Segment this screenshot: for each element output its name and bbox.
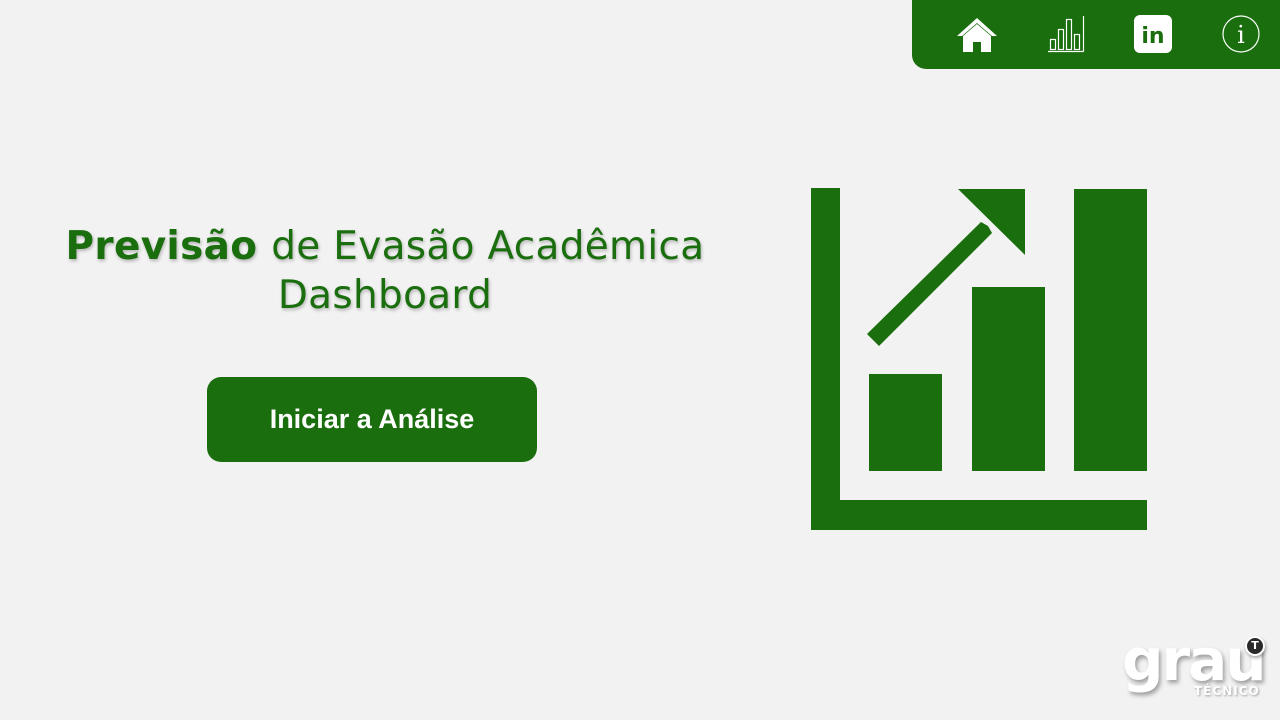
nav-chart-button[interactable] [1043,12,1087,56]
dashboard-home: in i Previsão de Evasão Acadêmica Dashbo… [0,0,1280,720]
home-icon [957,18,997,52]
nav-linkedin-button[interactable]: in [1131,12,1175,56]
nav-info-button[interactable]: i [1219,12,1263,56]
bar-chart-icon [1048,16,1085,53]
page-title: Previsão de Evasão Acadêmica Dashboard [40,222,730,320]
top-navigation-bar: in i [912,0,1280,69]
logo-badge: T [1245,636,1265,656]
title-rest-line1: de Evasão Acadêmica [271,224,705,269]
growth-chart-icon [811,188,1147,530]
title-bold-word: Previsão [65,224,258,269]
nav-home-button[interactable] [955,12,999,56]
title-line2: Dashboard [277,273,493,318]
grau-tecnico-logo: grau TÉCNICO T [1118,626,1273,706]
linkedin-icon: in [1134,15,1172,53]
start-analysis-button[interactable]: Iniciar a Análise [207,377,537,462]
info-icon: i [1222,15,1260,53]
logo-subtitle: TÉCNICO [1194,684,1260,698]
logo-badge-letter: T [1247,638,1263,654]
linkedin-icon-label: in [1141,24,1164,49]
info-icon-label: i [1237,21,1245,49]
